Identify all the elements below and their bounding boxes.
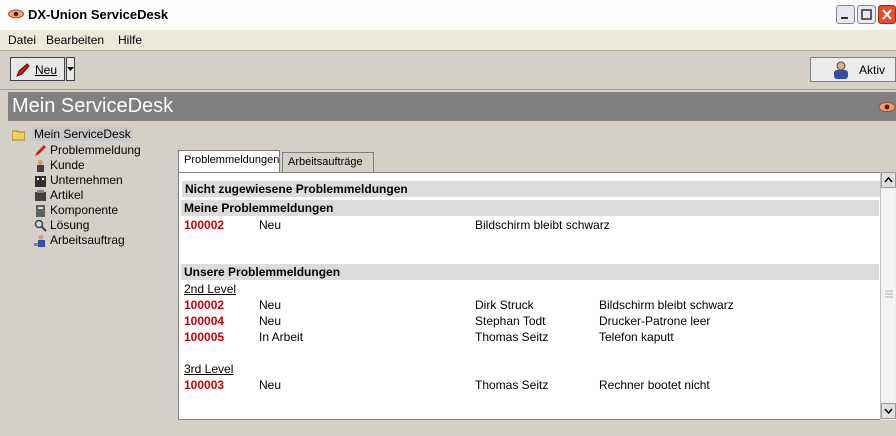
- ticket-id[interactable]: 100005: [184, 330, 224, 344]
- active-status-button[interactable]: Aktiv: [810, 57, 896, 82]
- eye-icon: [878, 102, 896, 112]
- tab-problemmeldungen[interactable]: Problemmeldungen: [178, 150, 280, 172]
- new-button[interactable]: Neu: [10, 57, 65, 81]
- ticket-status: Neu: [259, 378, 282, 392]
- scroll-thumb[interactable]: [882, 190, 895, 400]
- component-icon: [36, 205, 45, 217]
- table-row[interactable]: 100003 Neu Thomas Seitz Rechner bootet n…: [184, 378, 874, 392]
- menu-hilfe[interactable]: Hilfe: [118, 33, 142, 47]
- folder-icon: [12, 130, 25, 141]
- window-title: DX-Union ServiceDesk: [28, 7, 169, 22]
- maximize-icon: [861, 9, 872, 20]
- tree-item-label: Arbeitsauftrag: [50, 233, 125, 247]
- tree-item-label: Problemmeldung: [50, 143, 141, 157]
- ticket-subject: Bildschirm bleibt schwarz: [599, 298, 734, 312]
- worker-icon: [34, 235, 45, 247]
- minimize-button[interactable]: [836, 5, 855, 24]
- ticket-subject: Bildschirm bleibt schwarz: [475, 218, 610, 232]
- toolbar: Neu Aktiv: [0, 51, 896, 90]
- ticket-subject: Rechner bootet nicht: [599, 378, 710, 392]
- group-label-3rd-level: 3rd Level: [184, 362, 234, 376]
- box-icon: [35, 190, 46, 201]
- title-bar: DX-Union ServiceDesk: [0, 0, 896, 31]
- section-header-mine: Meine Problemmeldungen: [181, 200, 879, 216]
- chevron-down-icon: [884, 408, 893, 415]
- table-row[interactable]: 100002 Neu Dirk Struck Bildschirm bleibt…: [184, 298, 874, 312]
- section-header-ours: Unsere Problemmeldungen: [181, 264, 879, 280]
- ticket-id[interactable]: 100002: [184, 218, 224, 232]
- maximize-button[interactable]: [857, 5, 876, 24]
- ticket-status: In Arbeit: [259, 330, 304, 344]
- ticket-id[interactable]: 100002: [184, 298, 224, 312]
- tree-item-label: Kunde: [50, 158, 85, 172]
- problem-list: Meine Problemmeldungen 100002 Neu Bildsc…: [178, 172, 880, 420]
- close-icon: [882, 9, 892, 20]
- vertical-scrollbar[interactable]: [880, 172, 896, 420]
- tree-root-label: Mein ServiceDesk: [32, 127, 133, 141]
- ticket-status: Neu: [259, 314, 282, 328]
- ticket-status: Neu: [259, 298, 282, 312]
- building-icon: [35, 176, 46, 187]
- new-button-label: Neu: [35, 63, 58, 77]
- close-button[interactable]: [878, 5, 896, 24]
- ticket-id[interactable]: 100004: [184, 314, 224, 328]
- table-row[interactable]: 100002 Neu Bildschirm bleibt schwarz: [184, 218, 874, 232]
- active-label: Aktiv: [859, 63, 886, 77]
- tree-item-label: Artikel: [50, 188, 84, 202]
- ticket-subject: Drucker-Patrone leer: [599, 314, 711, 328]
- pen-icon: [16, 63, 30, 77]
- tree-root[interactable]: Mein ServiceDesk: [10, 127, 170, 142]
- ticket-person: Thomas Seitz: [475, 330, 549, 344]
- chevron-up-icon: [884, 176, 893, 183]
- page-header: Mein ServiceDesk: [8, 92, 896, 121]
- user-icon: [834, 61, 848, 79]
- tree-item-label: Lösung: [50, 218, 90, 232]
- app-eye-icon: [8, 9, 24, 19]
- ticket-person: Stephan Todt: [475, 314, 546, 328]
- scroll-down-button[interactable]: [881, 403, 896, 419]
- person-icon: [37, 160, 44, 172]
- menu-bar: Datei Bearbeiten Hilfe: [0, 30, 896, 51]
- ticket-id[interactable]: 100003: [184, 378, 224, 392]
- magnifier-icon: [34, 219, 47, 232]
- scroll-up-button[interactable]: [881, 172, 896, 188]
- page-title: Mein ServiceDesk: [12, 95, 174, 117]
- ticket-subject: Telefon kaputt: [599, 330, 674, 344]
- group-label-2nd-level: 2nd Level: [184, 282, 237, 296]
- navigation-tree: Mein ServiceDesk Problemmeldung Kunde Un…: [10, 127, 170, 427]
- pen-icon: [35, 145, 46, 156]
- new-dropdown-button[interactable]: [66, 57, 75, 81]
- chevron-down-icon: [67, 67, 74, 71]
- ticket-person: Thomas Seitz: [475, 378, 549, 392]
- menu-bearbeiten[interactable]: Bearbeiten: [46, 33, 104, 47]
- menu-datei[interactable]: Datei: [8, 33, 36, 47]
- tree-item-label: Unternehmen: [50, 173, 123, 187]
- ticket-status: Neu: [259, 218, 282, 232]
- table-row[interactable]: 100005 In Arbeit Thomas Seitz Telefon ka…: [184, 330, 874, 344]
- minimize-icon: [841, 17, 848, 19]
- tree-item-label: Komponente: [50, 203, 119, 217]
- table-row[interactable]: 100004 Neu Stephan Todt Drucker-Patrone …: [184, 314, 874, 328]
- ticket-person: Dirk Struck: [475, 298, 534, 312]
- grip-icon: [885, 290, 893, 298]
- tab-arbeitsauftraege[interactable]: Arbeitsaufträge: [282, 152, 374, 172]
